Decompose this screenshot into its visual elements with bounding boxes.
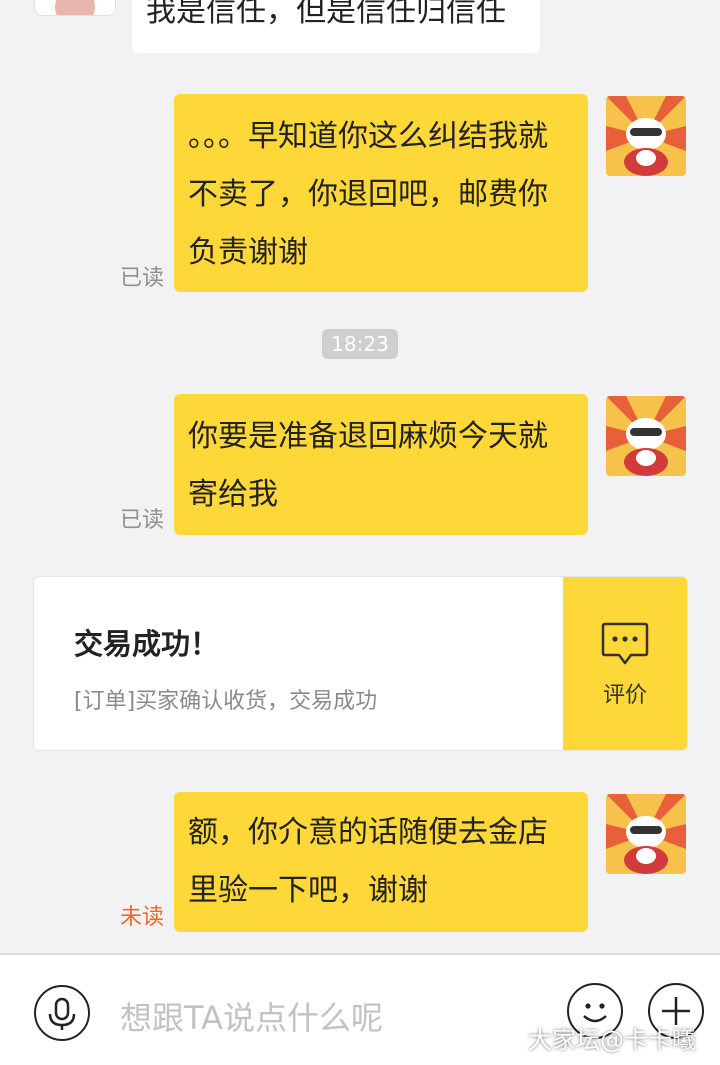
avatar-image	[55, 0, 95, 15]
comment-icon	[601, 622, 649, 665]
outgoing-message-bubble[interactable]: 。。。早知道你这么纠结我就不卖了，你退回吧，邮费你负责谢谢	[174, 94, 588, 292]
read-status: 已读	[120, 266, 165, 291]
message-text: 你要是准备退回麻烦今天就寄给我	[188, 419, 548, 512]
review-label: 评价	[602, 683, 647, 708]
microphone-icon	[48, 997, 76, 1030]
message-text: 。。。早知道你这么纠结我就不卖了，你退回吧，邮费你负责谢谢	[188, 119, 548, 270]
avatar-image	[606, 794, 686, 874]
incoming-message-bubble[interactable]: 我是信任，但是信任归信任	[132, 0, 540, 53]
avatar-image	[606, 396, 686, 476]
avatar-image	[606, 96, 686, 176]
my-avatar[interactable]	[606, 396, 686, 476]
my-avatar[interactable]	[606, 794, 686, 874]
outgoing-message-bubble[interactable]: 你要是准备退回麻烦今天就寄给我	[174, 394, 588, 535]
card-subtitle: [订单]买家确认收货，交易成功	[74, 689, 378, 714]
card-title: 交易成功！	[74, 627, 220, 661]
outgoing-message-bubble[interactable]: 额，你介意的话随便去金店里验一下吧，谢谢	[174, 792, 588, 932]
watermark: 大家坛@卡卡曦	[528, 1026, 696, 1054]
review-button[interactable]: 评价	[563, 577, 687, 750]
read-status: 已读	[120, 508, 165, 533]
trade-success-card[interactable]: 交易成功！ [订单]买家确认收货，交易成功 评价	[33, 576, 688, 751]
voice-button[interactable]	[34, 985, 90, 1041]
timestamp-chip: 18:23	[322, 329, 398, 359]
other-avatar[interactable]	[34, 0, 116, 16]
message-input[interactable]: 想跟TA说点什么呢	[120, 993, 383, 1039]
message-text: 我是信任，但是信任归信任	[146, 0, 506, 29]
unread-status: 未读	[120, 905, 165, 930]
message-text: 额，你介意的话随便去金店里验一下吧，谢谢	[188, 815, 548, 908]
my-avatar[interactable]	[606, 96, 686, 176]
